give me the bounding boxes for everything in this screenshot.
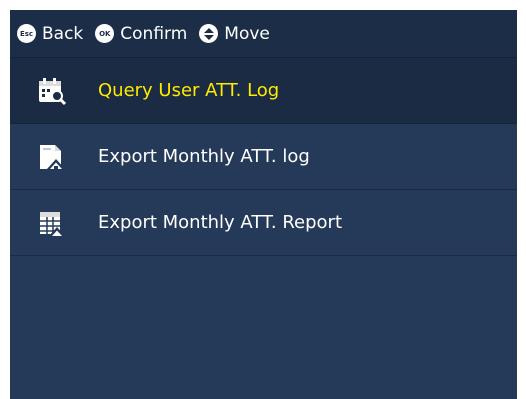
menu-item-export-monthly-att-report[interactable]: Export Monthly ATT. Report (10, 190, 517, 256)
menu-item-label: Export Monthly ATT. log (98, 146, 310, 167)
back-hint[interactable]: Esc Back (17, 24, 83, 44)
back-label: Back (42, 23, 84, 44)
menu-item-query-user-att-log[interactable]: Query User ATT. Log (10, 58, 517, 124)
up-down-arrow-icon (199, 24, 219, 43)
confirm-hint[interactable]: OK Confirm (95, 24, 187, 44)
confirm-label: Confirm (120, 23, 188, 44)
menu-item-label: Query User ATT. Log (98, 80, 280, 101)
menu-item-export-monthly-att-log[interactable]: Export Monthly ATT. log (10, 124, 517, 190)
move-label: Move (224, 23, 270, 44)
document-upload-icon (37, 142, 67, 172)
key-hint-bar: Esc Back OK Confirm Move (10, 10, 517, 58)
att-menu-screen: Esc Back OK Confirm Move Query User ATT.… (10, 10, 517, 399)
calendar-search-icon (37, 76, 67, 106)
menu-list: Query User ATT. Log Export Monthly ATT. … (10, 58, 517, 256)
menu-item-label: Export Monthly ATT. Report (98, 212, 343, 233)
esc-key-icon: Esc (17, 24, 36, 43)
ok-key-icon: OK (95, 24, 115, 43)
table-upload-icon (37, 208, 67, 238)
move-hint[interactable]: Move (199, 24, 270, 44)
